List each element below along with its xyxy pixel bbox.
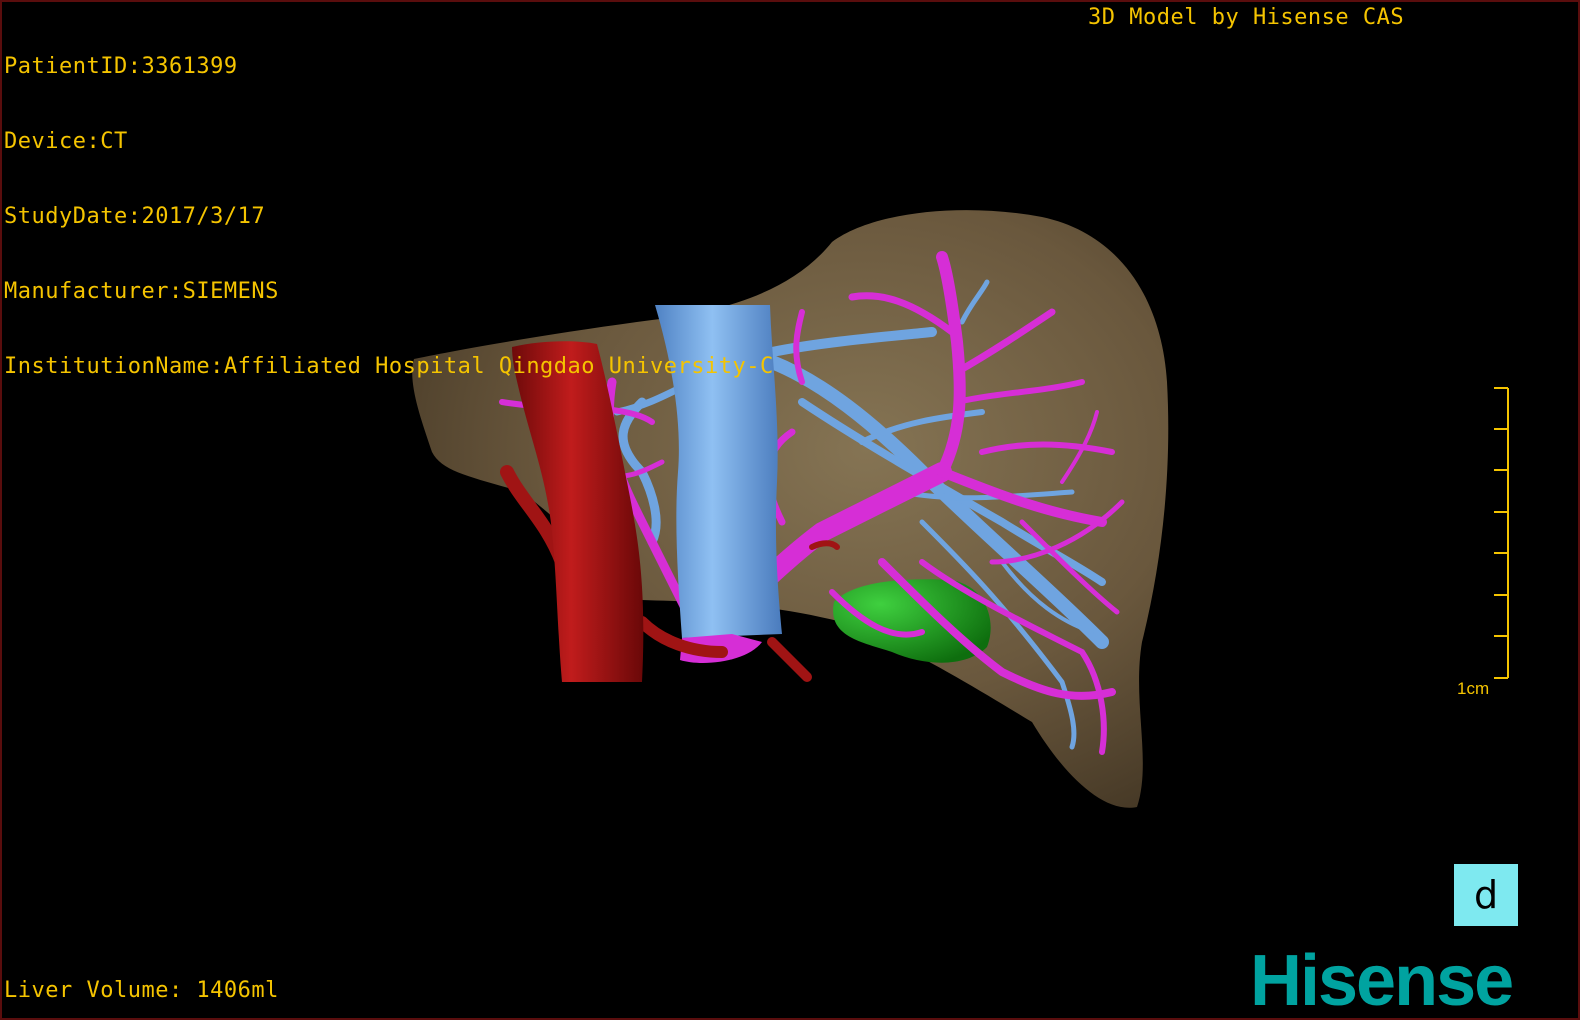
study-date-label: StudyDate:2017/3/17 (4, 204, 266, 229)
model-credit-label: 3D Model by Hisense CAS (1088, 5, 1405, 30)
manufacturer-label: Manufacturer:SIEMENS (4, 279, 279, 304)
3d-viewport[interactable]: PatientID:3361399 Device:CT StudyDate:20… (0, 0, 1580, 1020)
scale-bar-label: 1cm (1457, 679, 1490, 698)
patient-id-label: PatientID:3361399 (4, 54, 238, 79)
hisense-logo: Hisense (1250, 941, 1514, 1020)
device-label: Device:CT (4, 129, 128, 154)
view-button-label: d (1473, 873, 1499, 917)
view-toggle-button[interactable]: d (1454, 864, 1518, 926)
scale-bar (1494, 387, 1509, 679)
dicom-info-panel: PatientID:3361399 Device:CT StudyDate:20… (4, 4, 774, 429)
liver-volume-label: Liver Volume: 1406ml (4, 978, 279, 1003)
institution-label: InstitutionName:Affiliated Hospital Qing… (4, 354, 774, 379)
